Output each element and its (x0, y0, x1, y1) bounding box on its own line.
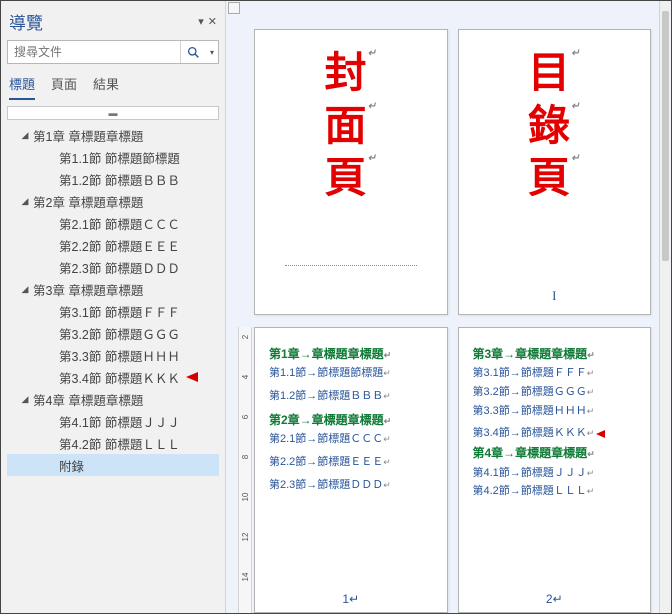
section-heading: 第3.1節→節標題ＦＦＦ↵ (473, 364, 645, 383)
outline-item[interactable]: 第3.2節 節標題ＧＧＧ (7, 322, 219, 344)
nav-tabs: 標題 頁面 結果 (7, 72, 219, 100)
outline-item[interactable]: 第4.2節 節標題ＬＬＬ (7, 432, 219, 454)
page-1-content: 第1章→章標題章標題↵第1.1節→節標題節標題↵ 第1.2節→節標題ＢＢＢ↵ 第2章… (255, 328, 447, 494)
outline-item-label: 第3.2節 節標題ＧＧＧ (59, 324, 180, 343)
highlight-arrow-icon (186, 372, 198, 382)
vertical-scrollbar[interactable] (659, 1, 671, 613)
nav-header: 導覽 ▾ ✕ (7, 7, 219, 40)
nav-title: 導覽 (9, 9, 43, 34)
search-row: ▾ (7, 40, 219, 64)
document-area: 246810121416182022242628 封↵ 面↵ 頁↵ 目↵ 錄 (226, 1, 671, 613)
page-cover[interactable]: 封↵ 面↵ 頁↵ (254, 29, 448, 315)
page-toc[interactable]: 目↵ 錄↵ 頁↵ I (458, 29, 652, 315)
search-icon[interactable] (180, 41, 206, 63)
search-input[interactable] (8, 41, 180, 63)
collapse-caret-icon[interactable]: ◢ (19, 394, 31, 405)
outline-item[interactable]: ◢第4章 章標題章標題 (7, 388, 219, 410)
outline-item-label: 第1.2節 節標題ＢＢＢ (59, 170, 180, 189)
outline-item[interactable]: 第2.2節 節標題ＥＥＥ (7, 234, 219, 256)
section-break-indicator (285, 265, 417, 266)
collapse-caret-icon[interactable]: ◢ (19, 284, 31, 295)
cover-title: 封↵ 面↵ 頁↵ (255, 30, 447, 206)
outline-item-label: 第3.1節 節標題ＦＦＦ (59, 302, 180, 321)
tab-results[interactable]: 結果 (93, 74, 119, 100)
outline-item[interactable]: ◢第1章 章標題章標題 (7, 124, 219, 146)
highlight-arrow-icon (596, 430, 605, 438)
outline-item-label: 第3.4節 節標題ＫＫＫ (59, 368, 180, 387)
outline-item-label: 第3章 章標題章標題 (33, 280, 143, 299)
outline-item[interactable]: ◢第2章 章標題章標題 (7, 190, 219, 212)
outline-item-label: 第2.3節 節標題ＤＤＤ (59, 258, 180, 277)
close-icon[interactable]: ✕ (208, 15, 217, 28)
collapse-caret-icon[interactable]: ◢ (19, 196, 31, 207)
collapse-caret-icon[interactable]: ◢ (19, 130, 31, 141)
outline-item-label: 第4.2節 節標題ＬＬＬ (59, 434, 180, 453)
jump-bar[interactable]: ▬ (7, 106, 219, 120)
outline-tree: ◢第1章 章標題章標題第1.1節 節標題節標題第1.2節 節標題ＢＢＢ◢第2章 … (7, 124, 219, 613)
outline-item[interactable]: 附錄 (7, 454, 219, 476)
page-number-roman: I (459, 288, 651, 304)
section-heading: 第2.3節→節標題ＤＤＤ↵ (269, 476, 441, 495)
section-heading: 第4.1節→節標題ＪＪＪ↵ (473, 464, 645, 483)
outline-item[interactable]: 第2.3節 節標題ＤＤＤ (7, 256, 219, 278)
toc-title: 目↵ 錄↵ 頁↵ (459, 30, 651, 206)
chapter-heading: 第1章→章標題章標題↵ (269, 344, 441, 364)
section-heading: 第3.3節→節標題ＨＨＨ↵ (473, 402, 645, 421)
section-heading: 第2.2節→節標題ＥＥＥ↵ (269, 453, 441, 472)
section-heading: 第2.1節→節標題ＣＣＣ↵ (269, 430, 441, 449)
outline-item-label: 第2.1節 節標題ＣＣＣ (59, 214, 180, 233)
section-heading: 第3.2節→節標題ＧＧＧ↵ (473, 383, 645, 402)
scrollbar-thumb[interactable] (662, 11, 669, 261)
outline-item[interactable]: 第3.1節 節標題ＦＦＦ (7, 300, 219, 322)
outline-item[interactable]: ◢第3章 章標題章標題 (7, 278, 219, 300)
section-heading: 第4.2節→節標題ＬＬＬ↵ (473, 482, 645, 501)
outline-item-label: 第1章 章標題章標題 (33, 126, 143, 145)
section-heading: 第3.4節→節標題ＫＫＫ↵ (473, 424, 645, 443)
section-heading: 第1.2節→節標題ＢＢＢ↵ (269, 387, 441, 406)
outline-item-label: 第4.1節 節標題ＪＪＪ (59, 412, 180, 431)
outline-item[interactable]: 第1.2節 節標題ＢＢＢ (7, 168, 219, 190)
chapter-heading: 第4章→章標題章標題↵ (473, 443, 645, 463)
page-number: 1↵ (255, 592, 447, 606)
outline-item[interactable]: 第3.3節 節標題ＨＨＨ (7, 344, 219, 366)
chapter-heading: 第3章→章標題章標題↵ (473, 344, 645, 364)
page-number: 2↵ (459, 592, 651, 606)
page-1[interactable]: 第1章→章標題章標題↵第1.1節→節標題節標題↵ 第1.2節→節標題ＢＢＢ↵ 第2章… (254, 327, 448, 613)
section-heading: 第1.1節→節標題節標題↵ (269, 364, 441, 383)
nav-dropdown-icon[interactable]: ▾ (198, 15, 204, 28)
tab-headings[interactable]: 標題 (9, 74, 35, 100)
outline-item-label: 第4章 章標題章標題 (33, 390, 143, 409)
search-dropdown-icon[interactable]: ▾ (206, 41, 218, 63)
tab-pages[interactable]: 頁面 (51, 74, 77, 100)
outline-item[interactable]: 第1.1節 節標題節標題 (7, 146, 219, 168)
outline-item-label: 第2章 章標題章標題 (33, 192, 143, 211)
outline-item-label: 第2.2節 節標題ＥＥＥ (59, 236, 180, 255)
outline-item[interactable]: 第3.4節 節標題ＫＫＫ (7, 366, 219, 388)
outline-item-label: 第3.3節 節標題ＨＨＨ (59, 346, 180, 365)
outline-item[interactable]: 第4.1節 節標題ＪＪＪ (7, 410, 219, 432)
page-2-content: 第3章→章標題章標題↵第3.1節→節標題ＦＦＦ↵第3.2節→節標題ＧＧＧ↵第3.… (459, 328, 651, 501)
page-2[interactable]: 第3章→章標題章標題↵第3.1節→節標題ＦＦＦ↵第3.2節→節標題ＧＧＧ↵第3.… (458, 327, 652, 613)
outline-item-label: 第1.1節 節標題節標題 (59, 148, 180, 167)
outline-item-label: 附錄 (59, 456, 84, 475)
chapter-heading: 第2章→章標題章標題↵ (269, 410, 441, 430)
navigation-pane: 導覽 ▾ ✕ ▾ 標題 頁面 結果 ▬ ◢第1章 章標題章標題第1.1節 節標題… (1, 1, 226, 613)
outline-item[interactable]: 第2.1節 節標題ＣＣＣ (7, 212, 219, 234)
